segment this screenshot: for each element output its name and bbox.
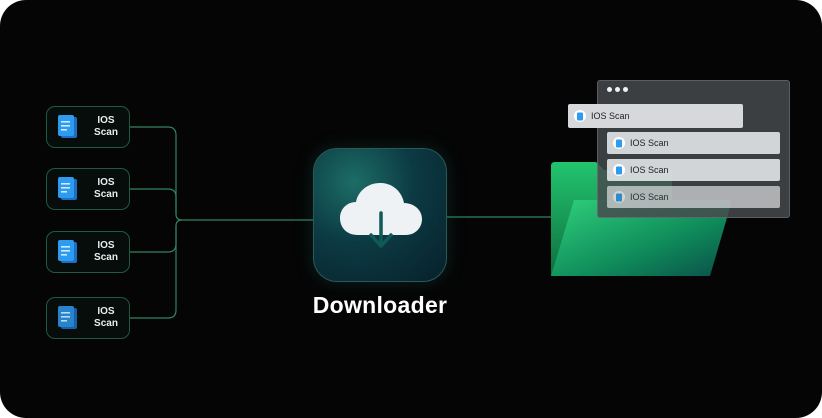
connector-line-1 <box>130 126 313 221</box>
file-icon <box>613 164 625 176</box>
source-label: IOS Scan <box>94 177 118 200</box>
window-controls <box>607 87 628 92</box>
file-icon <box>613 191 625 203</box>
downloader-app-tile <box>313 148 447 282</box>
file-row: IOS Scan <box>568 104 743 128</box>
connector-line-3 <box>130 219 183 253</box>
app-name: Downloader <box>312 292 448 318</box>
file-row: IOS Scan <box>607 132 780 154</box>
source-label: IOS Scan <box>94 115 118 138</box>
file-row: IOS Scan <box>607 186 780 208</box>
connector-line-2 <box>130 188 177 214</box>
source-card-2: IOS Scan <box>46 168 130 210</box>
file-label: IOS Scan <box>630 165 669 175</box>
connector-line-4 <box>130 226 177 319</box>
file-row: IOS Scan <box>607 159 780 181</box>
source-label: IOS Scan <box>94 306 118 329</box>
cloud-download-icon <box>340 183 422 248</box>
file-label: IOS Scan <box>591 111 630 121</box>
document-icon <box>58 240 77 263</box>
file-label: IOS Scan <box>630 138 669 148</box>
file-label: IOS Scan <box>630 192 669 202</box>
source-label: IOS Scan <box>94 240 118 263</box>
document-icon <box>58 177 77 200</box>
source-card-1: IOS Scan <box>46 106 130 148</box>
document-icon <box>58 306 77 329</box>
source-card-3: IOS Scan <box>46 231 130 273</box>
file-icon <box>613 137 625 149</box>
source-card-4: IOS Scan <box>46 297 130 339</box>
file-icon <box>574 110 586 122</box>
document-icon <box>58 115 77 138</box>
diagram-canvas: IOS Scan IOS Scan IOS Scan IOS Scan Down… <box>0 0 822 418</box>
